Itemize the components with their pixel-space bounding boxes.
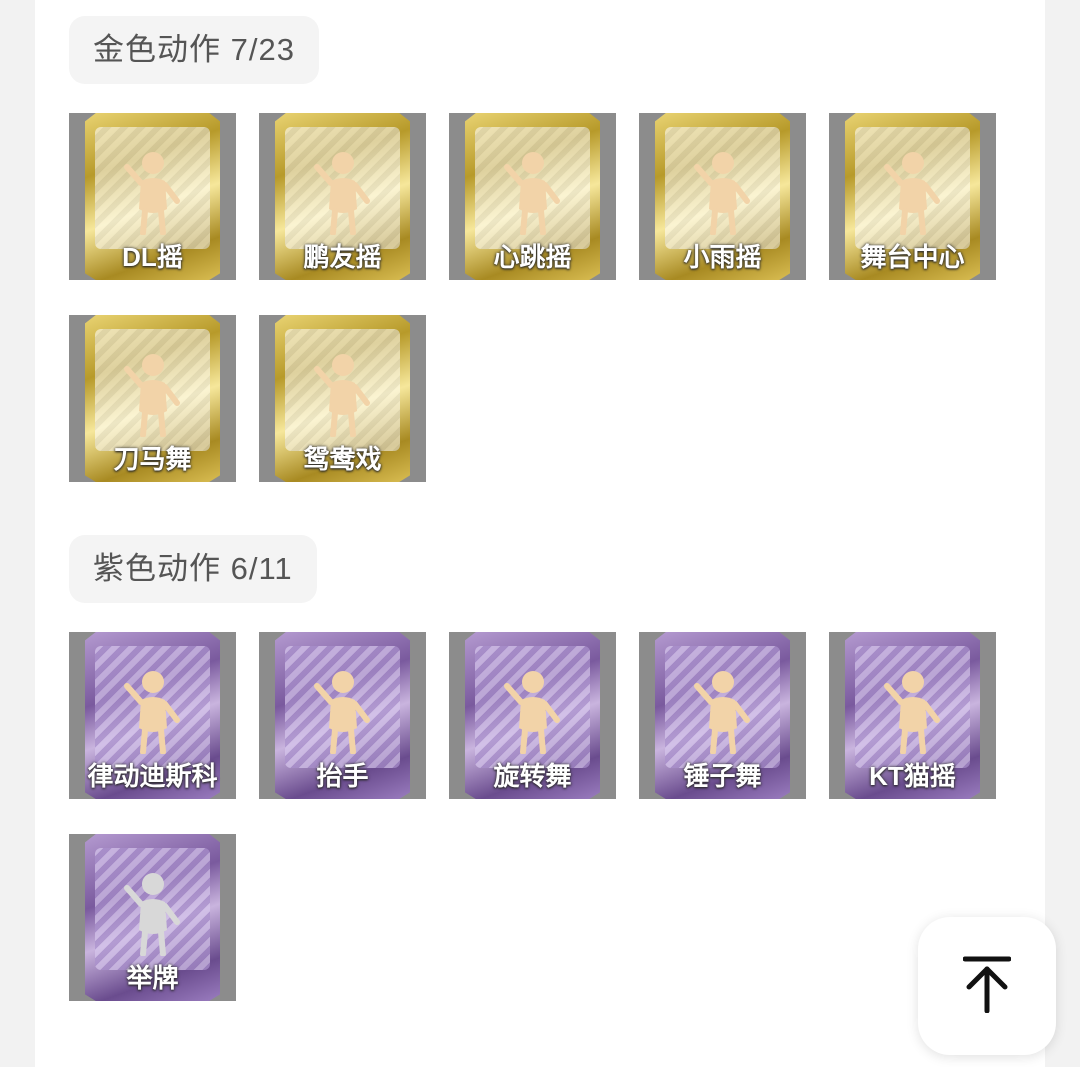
- action-card[interactable]: DL摇: [69, 113, 236, 280]
- action-card[interactable]: 举牌: [69, 834, 236, 1001]
- action-card[interactable]: 刀马舞: [69, 315, 236, 482]
- dance-figure-icon: [313, 349, 373, 438]
- dance-figure-icon: [693, 666, 753, 755]
- sign-holding-icon: [123, 868, 183, 957]
- dance-figure-icon: [123, 147, 183, 236]
- arrow-up-to-line-icon: [962, 955, 1012, 1018]
- dance-figure-icon: [503, 147, 563, 236]
- dance-figure-icon: [123, 349, 183, 438]
- dance-figure-icon: [313, 147, 373, 236]
- dance-figure-icon: [693, 147, 753, 236]
- action-label: 锤子舞: [683, 761, 762, 791]
- action-label: 旋转舞: [493, 761, 572, 791]
- action-label: 小雨摇: [683, 242, 762, 272]
- action-card[interactable]: 小雨摇: [639, 113, 806, 280]
- action-card[interactable]: 锤子舞: [639, 632, 806, 799]
- action-label: 心跳摇: [493, 242, 572, 272]
- section-title-gold: 金色动作 7/23: [69, 16, 319, 84]
- dance-figure-icon: [883, 666, 943, 755]
- action-card[interactable]: 抬手: [259, 632, 426, 799]
- action-card[interactable]: 心跳摇: [449, 113, 616, 280]
- back-to-top-button[interactable]: [918, 917, 1056, 1055]
- action-label: 举牌: [126, 963, 179, 993]
- action-card[interactable]: 旋转舞: [449, 632, 616, 799]
- action-card[interactable]: KT猫摇: [829, 632, 996, 799]
- section-title-purple: 紫色动作 6/11: [69, 535, 317, 603]
- action-card[interactable]: 律动迪斯科: [69, 632, 236, 799]
- action-label: 律动迪斯科: [87, 761, 218, 791]
- action-label: 舞台中心: [860, 242, 965, 272]
- action-card[interactable]: 鹏友摇: [259, 113, 426, 280]
- action-label: 鹏友摇: [303, 242, 382, 272]
- dance-figure-icon: [313, 666, 373, 755]
- action-card[interactable]: 鸳鸯戏: [259, 315, 426, 482]
- action-label: 抬手: [316, 761, 369, 791]
- action-label: 鸳鸯戏: [303, 444, 382, 474]
- action-card[interactable]: 舞台中心: [829, 113, 996, 280]
- action-label: KT猫摇: [869, 761, 956, 791]
- dance-figure-icon: [883, 147, 943, 236]
- dance-figure-icon: [123, 666, 183, 755]
- dance-figure-icon: [503, 666, 563, 755]
- action-label: 刀马舞: [113, 444, 192, 474]
- action-label: DL摇: [122, 242, 183, 272]
